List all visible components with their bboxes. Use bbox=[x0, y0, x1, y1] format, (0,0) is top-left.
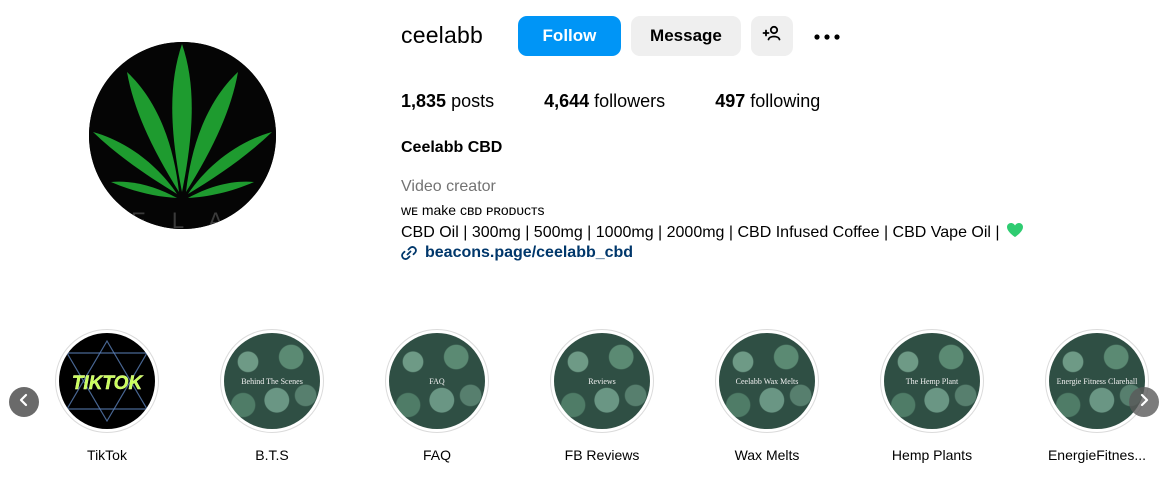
avatar-logo-text: E L A bbox=[131, 208, 233, 229]
more-options-button[interactable] bbox=[811, 20, 843, 52]
highlight-ring: FAQ bbox=[385, 329, 489, 433]
posts-count: 1,835 bbox=[401, 91, 447, 111]
highlight-label: FB Reviews bbox=[564, 447, 640, 463]
highlight-label: TikTok bbox=[87, 447, 127, 463]
follow-button[interactable]: Follow bbox=[517, 15, 621, 56]
highlight-cover: Energie Fitness Clarehall bbox=[1049, 333, 1145, 429]
full-name: Ceelabb CBD bbox=[401, 139, 503, 156]
highlight-label: Hemp Plants bbox=[891, 447, 973, 463]
more-icon bbox=[813, 26, 841, 46]
highlights-next-button[interactable] bbox=[1129, 387, 1159, 417]
bio-line-1: ᴡᴇ make ᴄʙᴅ ᴘʀᴏᴅᴜᴄᴛs bbox=[401, 202, 545, 218]
posts-label: posts bbox=[451, 91, 495, 111]
following-stat[interactable]: 497 following bbox=[715, 91, 820, 112]
add-user-icon bbox=[762, 23, 782, 48]
highlight-cover-text: FAQ bbox=[429, 376, 445, 386]
highlight-label: FAQ bbox=[422, 447, 451, 463]
bio-line-2: CBD Oil | 300mg | 500mg | 1000mg | 2000m… bbox=[401, 222, 1024, 243]
link-icon bbox=[401, 245, 417, 261]
highlight-fb-reviews[interactable]: Reviews FB Reviews bbox=[549, 329, 655, 463]
highlights-prev-button[interactable] bbox=[9, 387, 39, 417]
highlight-hemp-plants[interactable]: The Hemp Plant Hemp Plants bbox=[879, 329, 985, 463]
highlight-cover-text: Behind The Scenes bbox=[241, 376, 303, 386]
username: ceelabb bbox=[401, 22, 483, 48]
highlight-tiktok[interactable]: TIKTOK TikTok bbox=[54, 329, 160, 463]
highlight-cover: TIKTOK bbox=[59, 333, 155, 429]
tiktok-cover-text: TIKTOK bbox=[72, 373, 144, 394]
highlight-cover-text: The Hemp Plant bbox=[905, 376, 959, 386]
highlight-label: Wax Melts bbox=[734, 447, 800, 463]
followers-count: 4,644 bbox=[544, 91, 590, 111]
highlight-ring: Energie Fitness Clarehall bbox=[1045, 329, 1149, 433]
highlight-ring: Reviews bbox=[550, 329, 654, 433]
highlight-bts[interactable]: Behind The Scenes B.T.S bbox=[219, 329, 325, 463]
chevron-left-icon bbox=[17, 393, 31, 412]
cannabis-leaf-logo: E L A bbox=[89, 42, 276, 229]
profile-avatar[interactable]: E L A bbox=[89, 42, 276, 229]
highlight-wax-melts[interactable]: Ceelabb Wax Melts Wax Melts bbox=[714, 329, 820, 463]
tiktok-neon-icon: TIKTOK bbox=[65, 339, 149, 423]
highlight-faq[interactable]: FAQ FAQ bbox=[384, 329, 490, 463]
highlight-cover: Ceelabb Wax Melts bbox=[719, 333, 815, 429]
green-heart-icon bbox=[1006, 222, 1024, 243]
highlight-ring: The Hemp Plant bbox=[880, 329, 984, 433]
highlight-label: EnergieFitnes... bbox=[1047, 447, 1147, 463]
highlight-cover: The Hemp Plant bbox=[884, 333, 980, 429]
highlight-label: B.T.S bbox=[255, 447, 289, 463]
bio-line-2-text: CBD Oil | 300mg | 500mg | 1000mg | 2000m… bbox=[401, 223, 1000, 241]
followers-label: followers bbox=[594, 91, 666, 111]
highlight-ring: Behind The Scenes bbox=[220, 329, 324, 433]
highlight-cover: Reviews bbox=[554, 333, 650, 429]
highlight-cover: Behind The Scenes bbox=[224, 333, 320, 429]
highlight-cover-text: Reviews bbox=[588, 376, 616, 386]
profile-stats: 1,835 posts 4,644 followers 497 followin… bbox=[401, 91, 870, 112]
highlight-cover: FAQ bbox=[389, 333, 485, 429]
chevron-right-icon bbox=[1137, 393, 1151, 412]
highlight-cover-text: Energie Fitness Clarehall bbox=[1056, 376, 1138, 386]
following-count: 497 bbox=[715, 91, 746, 111]
followers-stat[interactable]: 4,644 followers bbox=[544, 91, 665, 112]
highlight-ring: Ceelabb Wax Melts bbox=[715, 329, 819, 433]
message-button[interactable]: Message bbox=[630, 15, 741, 56]
profile-header: ceelabb Follow Message bbox=[401, 15, 843, 56]
highlight-ring: TIKTOK bbox=[55, 329, 159, 433]
posts-stat: 1,835 posts bbox=[401, 91, 494, 112]
highlight-cover-text: Ceelabb Wax Melts bbox=[735, 376, 799, 386]
profile-link[interactable]: beacons.page/ceelabb_cbd bbox=[401, 244, 633, 262]
category-label: Video creator bbox=[401, 178, 496, 195]
following-label: following bbox=[750, 91, 821, 111]
suggest-user-button[interactable] bbox=[750, 15, 793, 56]
link-text: beacons.page/ceelabb_cbd bbox=[425, 244, 634, 261]
